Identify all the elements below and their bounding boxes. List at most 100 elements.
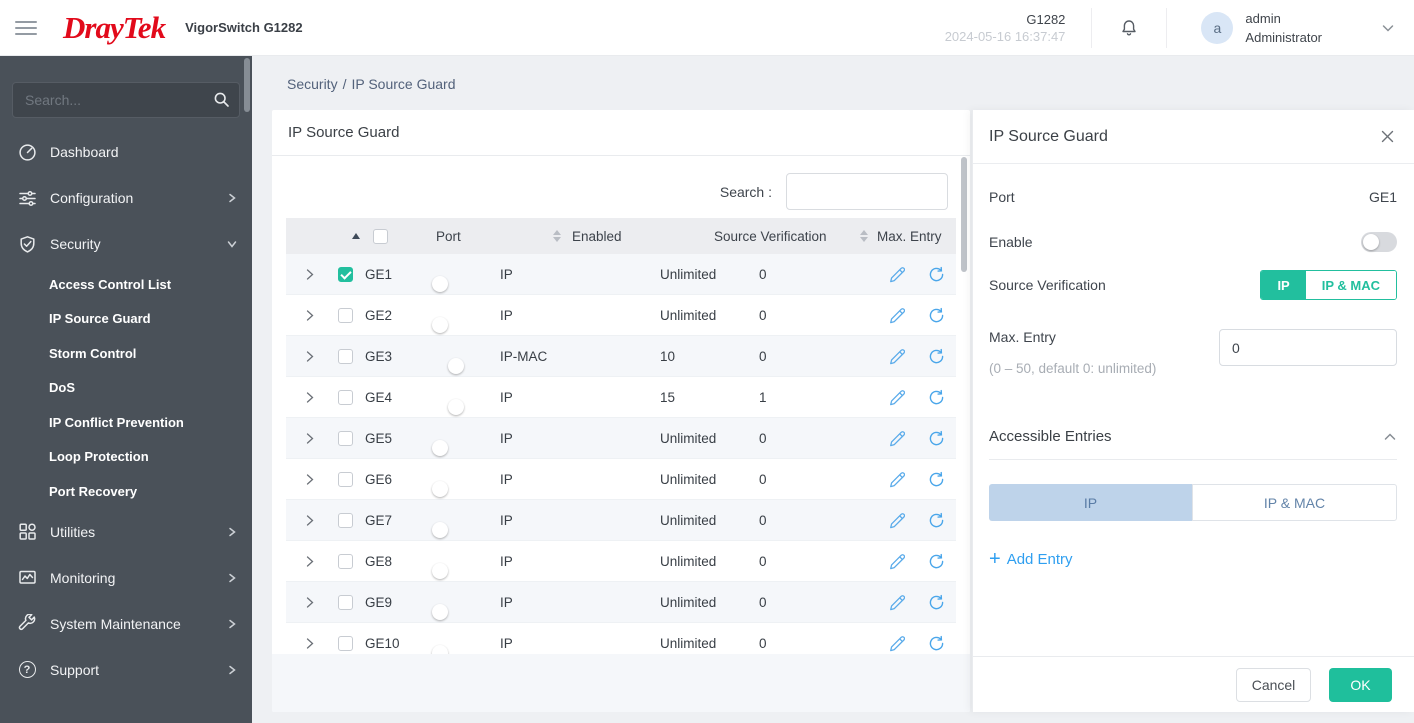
edit-button[interactable]	[876, 307, 916, 324]
table-scrollbar-thumb[interactable]	[961, 157, 967, 272]
sort-icon[interactable]	[860, 218, 868, 254]
row-expand-chevron-icon[interactable]	[286, 268, 332, 281]
sidebar-item-support[interactable]: ? Support	[0, 647, 252, 693]
sidebar-subitem-access-control-list[interactable]: Access Control List	[0, 267, 252, 302]
edit-button[interactable]	[876, 389, 916, 406]
chevron-right-icon	[226, 192, 238, 204]
sidebar-item-monitoring[interactable]: Monitoring	[0, 555, 252, 601]
refresh-button[interactable]	[916, 553, 956, 570]
sort-icon[interactable]	[553, 218, 561, 254]
avatar: a	[1201, 11, 1234, 44]
row-checkbox-cell	[332, 512, 358, 528]
sidebar-item-utilities[interactable]: Utilities	[0, 509, 252, 555]
sidebar-item-dashboard[interactable]: Dashboard	[0, 129, 252, 175]
drawer-enable-toggle[interactable]	[1361, 232, 1397, 252]
tab-ip[interactable]: IP	[989, 484, 1192, 521]
sidebar-nav: Dashboard Configuration Security Access Con…	[0, 129, 252, 693]
edit-button[interactable]	[876, 471, 916, 488]
sidebar-subitem-loop-protection[interactable]: Loop Protection	[0, 440, 252, 475]
table-search-input[interactable]	[786, 173, 948, 210]
refresh-button[interactable]	[916, 348, 956, 365]
sidebar-item-security[interactable]: Security	[0, 221, 252, 267]
row-expand-chevron-icon[interactable]	[286, 596, 332, 609]
edit-button[interactable]	[876, 430, 916, 447]
refresh-button[interactable]	[916, 266, 956, 283]
sidebar-search-input[interactable]	[12, 82, 240, 118]
sidebar-subitem-storm-control[interactable]: Storm Control	[0, 336, 252, 371]
sidebar-subitem-dos[interactable]: DoS	[0, 371, 252, 406]
sort-asc-icon[interactable]	[352, 218, 360, 254]
refresh-button[interactable]	[916, 389, 956, 406]
refresh-button[interactable]	[916, 512, 956, 529]
port-cell: GE8	[365, 553, 393, 569]
edit-button[interactable]	[876, 512, 916, 529]
edit-button[interactable]	[876, 635, 916, 652]
sidebar-subitem-ip-source-guard[interactable]: IP Source Guard	[0, 302, 252, 337]
row-expand-chevron-icon[interactable]	[286, 309, 332, 322]
column-header-source-verification[interactable]: Source Verification	[714, 218, 827, 254]
notifications-button[interactable]	[1092, 18, 1166, 38]
row-select-checkbox[interactable]	[337, 266, 353, 282]
row-expand-chevron-icon[interactable]	[286, 432, 332, 445]
sv-option-ip[interactable]: IP	[1261, 271, 1306, 299]
refresh-button[interactable]	[916, 471, 956, 488]
column-header-port[interactable]: Port	[436, 218, 461, 254]
refresh-button[interactable]	[916, 594, 956, 611]
max-entry-cell: Unlimited	[660, 266, 717, 282]
row-checkbox-cell	[332, 430, 358, 446]
column-header-max-entry[interactable]: Max. Entry	[877, 218, 942, 254]
sv-option-ip-mac[interactable]: IP & MAC	[1305, 271, 1396, 299]
row-select-checkbox[interactable]	[337, 635, 353, 651]
tab-ip-mac[interactable]: IP & MAC	[1192, 484, 1397, 521]
table-search-label: Search :	[719, 183, 772, 200]
chevron-up-icon[interactable]	[1383, 430, 1397, 444]
port-cell: GE4	[365, 389, 393, 405]
row-select-checkbox[interactable]	[337, 594, 353, 610]
edit-button[interactable]	[876, 266, 916, 283]
row-select-checkbox[interactable]	[337, 553, 353, 569]
row-expand-chevron-icon[interactable]	[286, 514, 332, 527]
user-role: Administrator	[1245, 29, 1322, 45]
edit-button[interactable]	[876, 348, 916, 365]
sidebar-item-system-maintenance[interactable]: System Maintenance	[0, 601, 252, 647]
refresh-button[interactable]	[916, 635, 956, 652]
refresh-button[interactable]	[916, 430, 956, 447]
max-entry-hint: (0 – 50, default 0: unlimited)	[989, 361, 1157, 376]
row-expand-chevron-icon[interactable]	[286, 350, 332, 363]
row-expand-chevron-icon[interactable]	[286, 473, 332, 486]
sidebar-scrollbar-thumb[interactable]	[244, 58, 250, 112]
sidebar-item-configuration[interactable]: Configuration	[0, 175, 252, 221]
row-select-checkbox[interactable]	[337, 348, 353, 364]
cancel-button[interactable]: Cancel	[1236, 667, 1311, 702]
max-entry-input[interactable]	[1219, 329, 1397, 366]
row-expand-chevron-icon[interactable]	[286, 637, 332, 650]
edit-button[interactable]	[876, 553, 916, 570]
sidebar-subitem-ip-conflict-prevention[interactable]: IP Conflict Prevention	[0, 405, 252, 440]
port-cell: GE1	[365, 266, 393, 282]
row-select-checkbox[interactable]	[337, 389, 353, 405]
sidebar: Dashboard Configuration Security Access Con…	[0, 56, 252, 723]
select-all-checkbox[interactable]	[373, 218, 388, 254]
max-entry-cell: Unlimited	[660, 553, 717, 569]
current-entry-cell: 0	[759, 512, 767, 528]
ok-button[interactable]: OK	[1329, 667, 1392, 702]
add-entry-button[interactable]: + Add Entry	[989, 549, 1073, 569]
row-expand-chevron-icon[interactable]	[286, 555, 332, 568]
column-header-enabled[interactable]: Enabled	[572, 218, 622, 254]
edit-button[interactable]	[876, 594, 916, 611]
row-select-checkbox[interactable]	[337, 430, 353, 446]
refresh-button[interactable]	[916, 307, 956, 324]
breadcrumb-ip-source-guard[interactable]: IP Source Guard	[351, 76, 455, 92]
sidebar-item-label: Monitoring	[50, 569, 116, 586]
port-cell: GE9	[365, 594, 393, 610]
sidebar-subitem-port-recovery[interactable]: Port Recovery	[0, 474, 252, 509]
row-select-checkbox[interactable]	[337, 307, 353, 323]
row-select-checkbox[interactable]	[337, 471, 353, 487]
row-expand-chevron-icon[interactable]	[286, 391, 332, 404]
row-select-checkbox[interactable]	[337, 512, 353, 528]
hamburger-menu-icon[interactable]	[15, 17, 37, 39]
close-icon[interactable]	[1380, 129, 1395, 144]
source-verification-cell: IP	[500, 512, 513, 528]
breadcrumb-security[interactable]: Security	[287, 76, 338, 92]
user-menu[interactable]: a admin Administrator	[1167, 9, 1414, 47]
